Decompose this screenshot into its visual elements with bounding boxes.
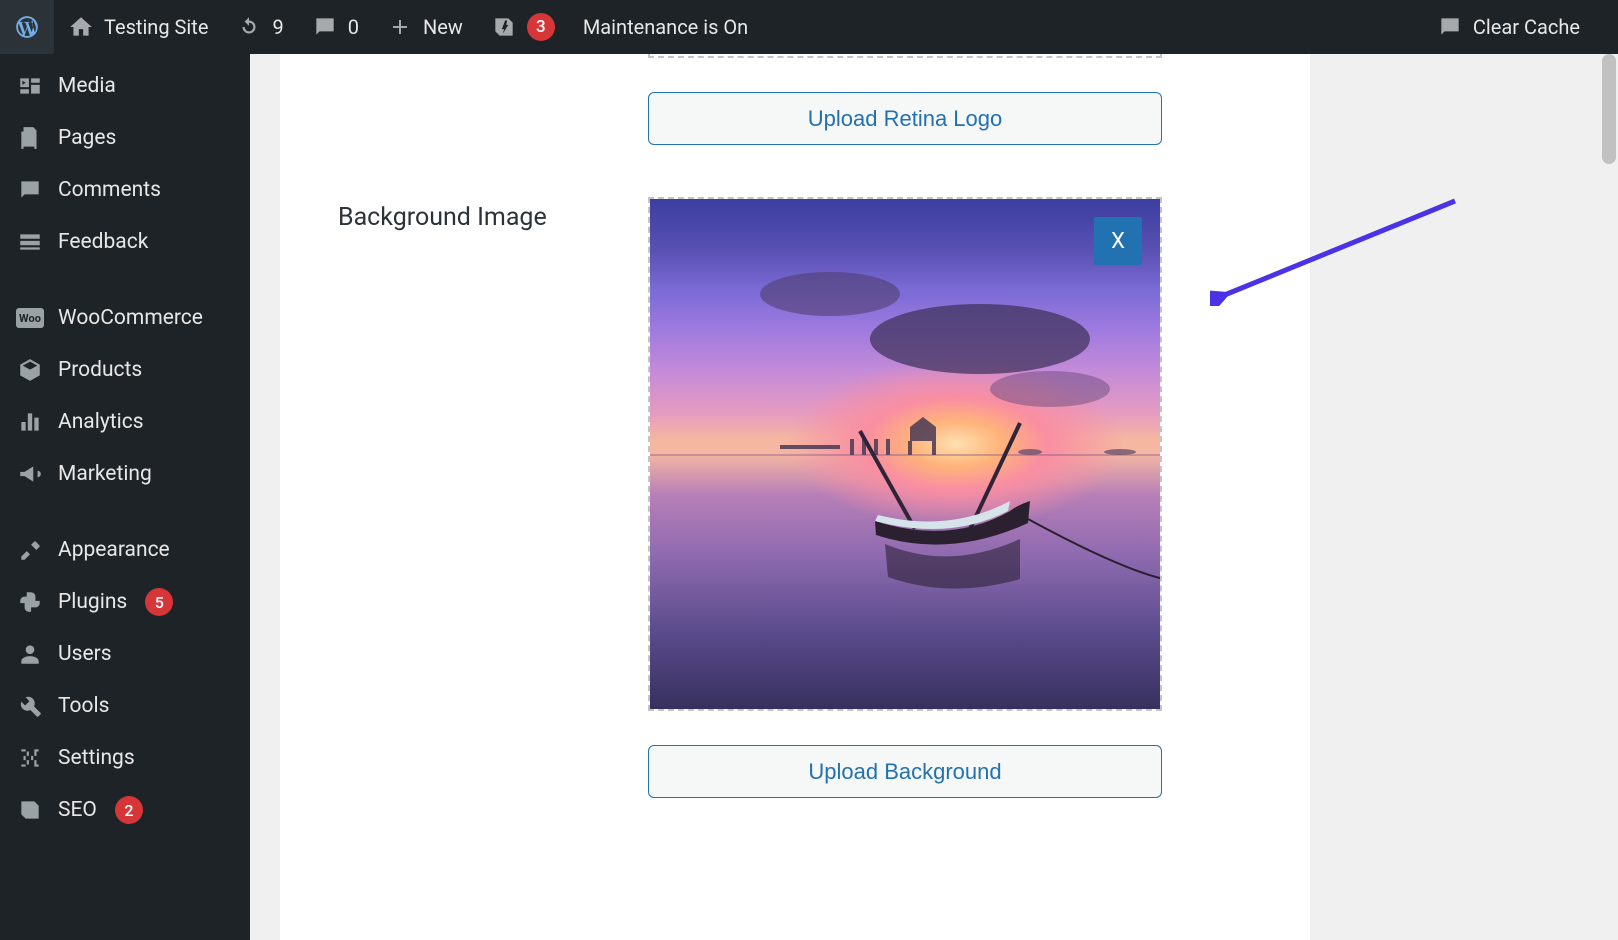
sidebar-item-users[interactable]: Users [0, 628, 250, 680]
marketing-icon [16, 460, 44, 488]
adminbar-yoast-badge: 3 [527, 13, 555, 41]
pages-icon [16, 124, 44, 152]
wordpress-icon [14, 14, 40, 40]
adminbar-wp-logo[interactable] [0, 0, 54, 54]
adminbar-updates[interactable]: 9 [222, 0, 297, 54]
sidebar-item-appearance[interactable]: Appearance [0, 524, 250, 576]
adminbar-updates-count: 9 [272, 15, 283, 39]
feedback-icon [16, 228, 44, 256]
analytics-icon [16, 408, 44, 436]
refresh-icon [236, 14, 262, 40]
adminbar-comments-count: 0 [348, 15, 359, 39]
seo-count-badge: 2 [115, 796, 143, 824]
upload-background-label: Upload Background [808, 759, 1001, 785]
adminbar-clear-cache-label: Clear Cache [1473, 15, 1580, 39]
users-icon [16, 640, 44, 668]
comment-icon [312, 14, 338, 40]
home-icon [68, 14, 94, 40]
background-image-preview: X [648, 197, 1162, 711]
sidebar-item-media[interactable]: Media [0, 60, 250, 112]
sidebar-item-label: Settings [58, 746, 135, 770]
sidebar-item-plugins[interactable]: Plugins 5 [0, 576, 250, 628]
admin-sidebar: Media Pages Comments Feedback Woo WooCom [0, 54, 250, 940]
settings-icon [16, 744, 44, 772]
sidebar-item-tools[interactable]: Tools [0, 680, 250, 732]
adminbar-comments[interactable]: 0 [298, 0, 373, 54]
sidebar-item-label: Users [58, 642, 112, 666]
upload-retina-logo-button[interactable]: Upload Retina Logo [648, 92, 1162, 145]
admin-bar: Testing Site 9 0 New 3 Maint [0, 0, 1618, 54]
sidebar-item-settings[interactable]: Settings [0, 732, 250, 784]
comment-solid-icon [1437, 14, 1463, 40]
sidebar-separator [0, 268, 250, 292]
adminbar-yoast[interactable]: 3 [477, 0, 569, 54]
sidebar-item-label: SEO [58, 798, 97, 822]
sidebar-item-label: Products [58, 358, 142, 382]
retina-logo-dropzone[interactable] [648, 54, 1162, 58]
sidebar-item-label: WooCommerce [58, 306, 203, 330]
sidebar-item-seo[interactable]: SEO 2 [0, 784, 250, 836]
plugins-icon [16, 588, 44, 616]
sidebar-item-products[interactable]: Products [0, 344, 250, 396]
scrollbar[interactable] [1600, 54, 1618, 940]
adminbar-clear-cache[interactable]: Clear Cache [1423, 0, 1594, 54]
remove-background-image-button[interactable]: X [1094, 217, 1142, 265]
background-image-label: Background Image [338, 197, 648, 232]
remove-button-label: X [1111, 229, 1125, 254]
sidebar-item-label: Pages [58, 126, 116, 150]
sidebar-item-marketing[interactable]: Marketing [0, 448, 250, 500]
sidebar-item-pages[interactable]: Pages [0, 112, 250, 164]
sidebar-item-label: Marketing [58, 462, 152, 486]
sidebar-item-label: Plugins [58, 590, 127, 614]
plugins-count-badge: 5 [145, 588, 173, 616]
settings-panel: Upload Retina Logo Background Image [280, 54, 1310, 940]
sidebar-item-comments[interactable]: Comments [0, 164, 250, 216]
sidebar-separator [0, 500, 250, 524]
tools-icon [16, 692, 44, 720]
sidebar-item-feedback[interactable]: Feedback [0, 216, 250, 268]
adminbar-site-name-label: Testing Site [104, 15, 208, 39]
plus-icon [387, 14, 413, 40]
products-icon [16, 356, 44, 384]
sidebar-item-analytics[interactable]: Analytics [0, 396, 250, 448]
adminbar-new[interactable]: New [373, 0, 477, 54]
adminbar-maintenance-label: Maintenance is On [583, 15, 748, 39]
sidebar-item-label: Comments [58, 178, 161, 202]
adminbar-new-label: New [423, 15, 463, 39]
sidebar-item-label: Media [58, 74, 116, 98]
sidebar-item-label: Tools [58, 694, 109, 718]
sidebar-item-label: Feedback [58, 230, 148, 254]
media-icon [16, 72, 44, 100]
sidebar-item-woocommerce[interactable]: Woo WooCommerce [0, 292, 250, 344]
comments-icon [16, 176, 44, 204]
adminbar-site-name[interactable]: Testing Site [54, 0, 222, 54]
yoast-icon [491, 14, 517, 40]
content-wrap: Upload Retina Logo Background Image [250, 54, 1618, 940]
upload-background-button[interactable]: Upload Background [648, 745, 1162, 798]
seo-icon [16, 796, 44, 824]
sidebar-item-label: Analytics [58, 410, 144, 434]
sidebar-item-label: Appearance [58, 538, 170, 562]
woocommerce-icon: Woo [16, 304, 44, 332]
background-image-thumbnail [650, 199, 1160, 709]
appearance-icon [16, 536, 44, 564]
upload-retina-logo-label: Upload Retina Logo [808, 106, 1002, 132]
adminbar-maintenance[interactable]: Maintenance is On [569, 0, 762, 54]
